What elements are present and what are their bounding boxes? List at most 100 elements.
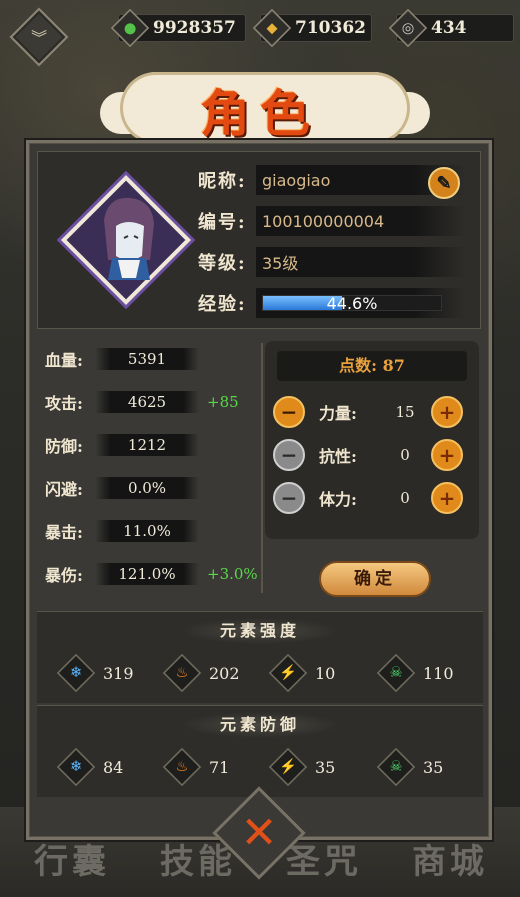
stat-value: 4625 bbox=[95, 391, 199, 413]
element-value: 319 bbox=[103, 663, 134, 683]
point-row-strength: − 力量: 15 + bbox=[273, 395, 473, 429]
element-strength-section: 元素强度 ❄ 319 ♨ 202 ⚡ 10 ☠ 110 bbox=[37, 611, 483, 703]
character-panel: 昵称: giaogiao ✎ 编号: 100100000004 等级: 35级 … bbox=[26, 140, 492, 840]
element-value: 84 bbox=[103, 757, 124, 777]
poison-skull-icon: ☠ bbox=[376, 653, 416, 693]
ice-icon: ❄ bbox=[56, 747, 96, 787]
element-strength-lightning: ⚡ 10 bbox=[268, 653, 336, 693]
nickname-row: 昵称: giaogiao bbox=[198, 164, 466, 196]
edit-name-button[interactable]: ✎ bbox=[428, 167, 460, 199]
resource-green: ● 9928357 bbox=[110, 8, 246, 48]
plus-icon: + bbox=[438, 486, 456, 510]
pencil-icon: ✎ bbox=[436, 172, 452, 194]
point-label: 体力: bbox=[319, 490, 357, 509]
top-bar: ︾ ● 9928357 ◆ 710362 ◎ 434 bbox=[0, 7, 520, 67]
element-defense-section: 元素防御 ❄ 84 ♨ 71 ⚡ 35 ☠ 35 bbox=[37, 705, 483, 797]
tab-bag[interactable]: 行囊 bbox=[34, 834, 110, 883]
minus-icon: − bbox=[280, 486, 298, 510]
element-defense-title: 元素防御 bbox=[180, 712, 340, 738]
ice-icon: ❄ bbox=[56, 653, 96, 693]
resource-silver-value: 434 bbox=[431, 18, 467, 38]
level-value: 35级 bbox=[256, 247, 466, 277]
stats-section[interactable]: 血量: 5391 攻击: 4625 +85 防御: 1212 闪避: 0.0% … bbox=[37, 335, 257, 605]
points-section: 点数: 87 − 力量: 15 + − 抗性: 0 + − 体力: 0 + bbox=[265, 341, 479, 539]
stat-label: 暴击: bbox=[45, 523, 83, 542]
plus-icon: + bbox=[438, 443, 456, 467]
stat-value: 0.0% bbox=[95, 477, 199, 499]
element-value: 35 bbox=[315, 757, 336, 777]
point-value: 0 bbox=[400, 489, 410, 507]
element-value: 10 bbox=[315, 663, 336, 683]
minus-button[interactable]: − bbox=[273, 439, 305, 471]
poison-skull-icon: ☠ bbox=[376, 747, 416, 787]
stat-row-crit-damage: 暴伤: 121.0% +3.0% bbox=[45, 562, 257, 586]
stat-label: 血量: bbox=[45, 351, 83, 370]
element-strength-fire: ♨ 202 bbox=[162, 653, 240, 693]
green-flame-icon: ● bbox=[110, 8, 150, 48]
element-value: 110 bbox=[423, 663, 454, 683]
tab-spells[interactable]: 圣咒 bbox=[286, 834, 362, 883]
page-title: 角色 bbox=[200, 84, 320, 143]
stat-value: 1212 bbox=[95, 434, 199, 456]
gold-coin-icon: ◆ bbox=[252, 8, 292, 48]
element-defense-fire: ♨ 71 bbox=[162, 747, 230, 787]
minus-button[interactable]: − bbox=[273, 482, 305, 514]
id-label: 编号: bbox=[198, 212, 247, 233]
resource-gold-value: 710362 bbox=[295, 18, 366, 38]
silver-swirl-icon: ◎ bbox=[388, 8, 428, 48]
stat-bonus: +85 bbox=[207, 393, 239, 411]
exp-bar: 44.6% bbox=[262, 294, 442, 313]
element-strength-title: 元素强度 bbox=[180, 618, 340, 644]
exp-label: 经验: bbox=[198, 294, 247, 315]
chevron-down-icon: ︾ bbox=[31, 29, 47, 48]
plus-button[interactable]: + bbox=[431, 482, 463, 514]
minus-icon: − bbox=[280, 443, 298, 467]
point-label: 力量: bbox=[319, 404, 357, 423]
stat-value: 121.0% bbox=[95, 563, 199, 585]
id-value: 100100000004 bbox=[256, 206, 466, 236]
element-strength-poison: ☠ 110 bbox=[376, 653, 454, 693]
fire-icon: ♨ bbox=[162, 653, 202, 693]
confirm-button[interactable]: 确定 bbox=[319, 561, 431, 597]
stat-row-defense: 防御: 1212 bbox=[45, 433, 207, 457]
profile-section: 昵称: giaogiao ✎ 编号: 100100000004 等级: 35级 … bbox=[37, 151, 481, 329]
fire-icon: ♨ bbox=[162, 747, 202, 787]
plus-button[interactable]: + bbox=[431, 396, 463, 428]
element-value: 35 bbox=[423, 757, 444, 777]
plus-icon: + bbox=[438, 400, 456, 424]
element-strength-ice: ❄ 319 bbox=[56, 653, 134, 693]
exp-text: 44.6% bbox=[326, 294, 378, 313]
stats-scrollbar[interactable] bbox=[261, 343, 263, 593]
resource-gold: ◆ 710362 bbox=[252, 8, 372, 48]
point-row-resistance: − 抗性: 0 + bbox=[273, 438, 473, 472]
exp-track: 44.6% bbox=[256, 288, 466, 318]
element-value: 71 bbox=[209, 757, 230, 777]
lightning-icon: ⚡ bbox=[268, 747, 308, 787]
stat-value: 11.0% bbox=[95, 520, 199, 542]
stat-row-dodge: 闪避: 0.0% bbox=[45, 476, 207, 500]
point-label: 抗性: bbox=[319, 447, 357, 466]
stat-label: 防御: bbox=[45, 437, 83, 456]
lightning-icon: ⚡ bbox=[268, 653, 308, 693]
avatar[interactable] bbox=[96, 190, 160, 290]
stat-bonus: +3.0% bbox=[207, 565, 257, 583]
nickname-label: 昵称: bbox=[198, 171, 247, 192]
stat-label: 闪避: bbox=[45, 480, 83, 499]
point-value: 0 bbox=[400, 446, 410, 464]
stat-value: 5391 bbox=[95, 348, 199, 370]
level-label: 等级: bbox=[198, 253, 247, 274]
element-defense-ice: ❄ 84 bbox=[56, 747, 124, 787]
exp-row: 经验: 44.6% bbox=[198, 287, 466, 319]
minus-button[interactable]: − bbox=[273, 396, 305, 428]
resource-silver: ◎ 434 bbox=[388, 8, 514, 48]
tab-shop[interactable]: 商城 bbox=[412, 834, 488, 883]
stat-label: 攻击: bbox=[45, 394, 83, 413]
stat-row-attack: 攻击: 4625 +85 bbox=[45, 390, 239, 414]
plus-button[interactable]: + bbox=[431, 439, 463, 471]
point-row-stamina: − 体力: 0 + bbox=[273, 481, 473, 515]
point-value: 15 bbox=[395, 403, 415, 421]
element-defense-lightning: ⚡ 35 bbox=[268, 747, 336, 787]
id-row: 编号: 100100000004 bbox=[198, 205, 466, 237]
points-remaining: 点数: 87 bbox=[277, 351, 467, 381]
resource-green-value: 9928357 bbox=[153, 18, 236, 38]
